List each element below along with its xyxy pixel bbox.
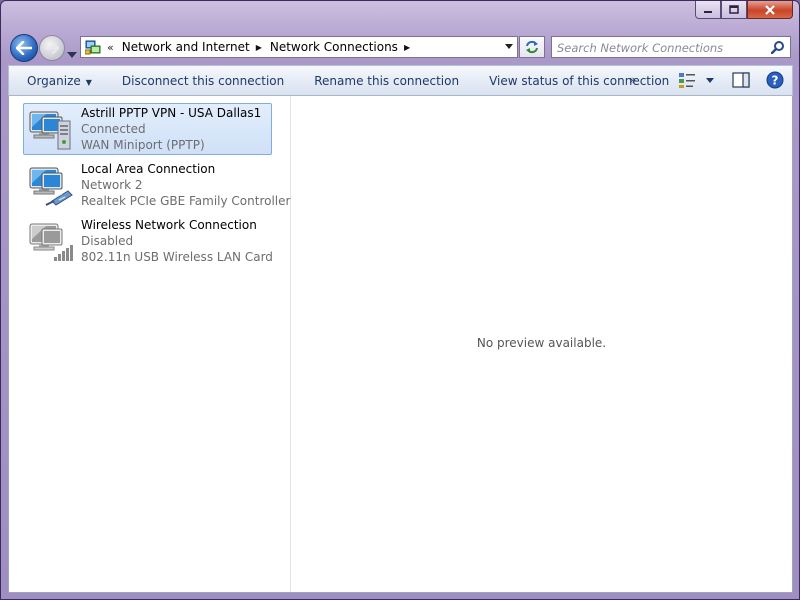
arrow-right-icon: [45, 42, 59, 54]
vpn-connection-icon: [29, 111, 71, 150]
breadcrumb-network-and-internet[interactable]: Network and Internet: [122, 40, 250, 54]
connection-device: Realtek PCIe GBE Family Controller: [81, 194, 291, 208]
connection-status: Disabled: [81, 234, 134, 248]
refresh-button[interactable]: [519, 36, 545, 58]
breadcrumb-separator-icon[interactable]: ▶: [404, 43, 410, 52]
minimize-icon: [704, 10, 712, 13]
svg-text:?: ?: [772, 74, 779, 88]
preview-pane: No preview available.: [291, 96, 792, 592]
ethernet-connection-icon: [29, 167, 73, 206]
list-item-local-area-connection[interactable]: Local Area Connection Network 2 Realtek …: [23, 159, 290, 211]
minimize-button[interactable]: [695, 1, 721, 19]
chevron-down-icon: [67, 52, 77, 58]
connections-list: Astrill PPTP VPN - USA Dallas1 Connected…: [9, 96, 291, 592]
connection-text: Wireless Network Connection Disabled 802…: [81, 217, 273, 265]
maximize-button[interactable]: [721, 1, 747, 19]
connection-name: Local Area Connection: [81, 162, 216, 176]
network-folder-icon: [85, 40, 101, 55]
caption-buttons: [695, 1, 793, 19]
connection-status: Connected: [81, 122, 146, 136]
connection-text: Local Area Connection Network 2 Realtek …: [81, 161, 290, 209]
list-item-wireless-network-connection[interactable]: Wireless Network Connection Disabled 802…: [23, 215, 273, 267]
more-commands-button[interactable]: »: [629, 73, 636, 87]
search-icon[interactable]: [771, 40, 785, 54]
command-bar: Organize ▼ Disconnect this connection Ren…: [8, 65, 793, 96]
view-options-dropdown-icon[interactable]: [706, 77, 714, 83]
breadcrumb-separator-icon[interactable]: ▶: [256, 43, 262, 52]
wireless-connection-icon: [29, 223, 73, 261]
forward-button[interactable]: [39, 35, 65, 61]
hidden-path-chevron[interactable]: «: [107, 41, 114, 54]
disconnect-button[interactable]: Disconnect this connection: [112, 74, 294, 88]
rename-button[interactable]: Rename this connection: [304, 74, 469, 88]
close-icon: [765, 4, 775, 15]
view-status-button[interactable]: View status of this connection: [479, 74, 679, 88]
search-input[interactable]: [557, 39, 767, 57]
arrow-left-icon: [16, 41, 32, 55]
breadcrumb-network-connections[interactable]: Network Connections: [270, 40, 398, 54]
change-view-icon[interactable]: [678, 72, 696, 88]
back-button[interactable]: [10, 34, 38, 62]
address-bar[interactable]: « Network and Internet ▶ Network Connect…: [80, 36, 518, 58]
connection-text: Astrill PPTP VPN - USA Dallas1 Connected…: [81, 105, 261, 153]
list-item-vpn-connection[interactable]: Astrill PPTP VPN - USA Dallas1 Connected…: [23, 103, 272, 155]
organize-button[interactable]: Organize ▼: [9, 74, 102, 88]
close-button[interactable]: [747, 1, 793, 19]
search-box[interactable]: [551, 36, 791, 58]
refresh-icon: [526, 40, 538, 54]
connection-name: Wireless Network Connection: [81, 218, 257, 232]
connection-status: Network 2: [81, 178, 143, 192]
organize-label: Organize: [27, 73, 81, 88]
recent-pages-button[interactable]: [67, 43, 77, 62]
preview-message: No preview available.: [476, 336, 607, 350]
connection-device: 802.11n USB Wireless LAN Card: [81, 250, 273, 264]
preview-pane-icon[interactable]: [732, 72, 750, 88]
address-dropdown-icon[interactable]: [505, 44, 513, 49]
help-icon[interactable]: ?: [766, 71, 784, 89]
content-area: Astrill PPTP VPN - USA Dallas1 Connected…: [8, 96, 793, 593]
chevron-down-icon: ▼: [85, 77, 92, 87]
view-controls: ?: [678, 71, 784, 89]
connection-name: Astrill PPTP VPN - USA Dallas1: [81, 106, 262, 120]
connection-device: WAN Miniport (PPTP): [81, 138, 205, 152]
explorer-window: « Network and Internet ▶ Network Connect…: [0, 0, 800, 600]
